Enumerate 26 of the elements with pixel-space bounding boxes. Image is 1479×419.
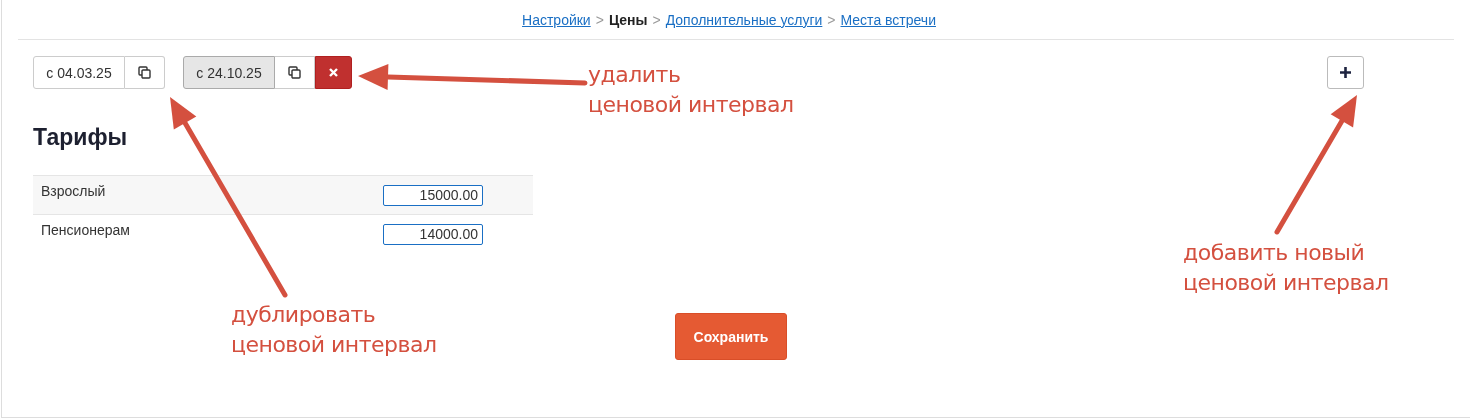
interval-button[interactable]: с 04.03.25 [33, 56, 125, 89]
copy-icon [138, 66, 151, 79]
annotation-text: добавить новый ценовой интервал [1183, 239, 1389, 297]
breadcrumb-separator: > [595, 11, 604, 28]
add-button[interactable] [1327, 56, 1364, 89]
price-field[interactable]: 15000.00 [383, 184, 483, 206]
close-icon [329, 68, 338, 77]
annotation-text: удалить ценовой интервал [588, 61, 794, 119]
interval-button[interactable]: с 24.10.25 [183, 56, 275, 89]
breadcrumb-separator: > [652, 11, 661, 28]
tariff-name: Взрослый [41, 183, 106, 199]
section-title: Тарифы [33, 123, 129, 151]
breadcrumb-separator: > [827, 11, 836, 28]
breadcrumb-link[interactable]: Места встречи [840, 11, 936, 28]
price-field[interactable]: 14000.00 [383, 223, 483, 245]
delete-button[interactable] [315, 56, 352, 89]
breadcrumb-current: Цены [608, 11, 648, 28]
copy-button[interactable] [275, 56, 315, 89]
annotation-text: дублировать ценовой интервал [231, 301, 437, 359]
plus-icon [1340, 67, 1351, 78]
save-button[interactable]: Сохранить [675, 313, 787, 360]
copy-button[interactable] [125, 56, 165, 89]
copy-icon [288, 66, 301, 79]
breadcrumb-link[interactable]: Дополнительные услуги [665, 11, 823, 28]
tariff-name: Пенсионерам [41, 222, 130, 238]
breadcrumb-link[interactable]: Настройки [522, 11, 591, 28]
